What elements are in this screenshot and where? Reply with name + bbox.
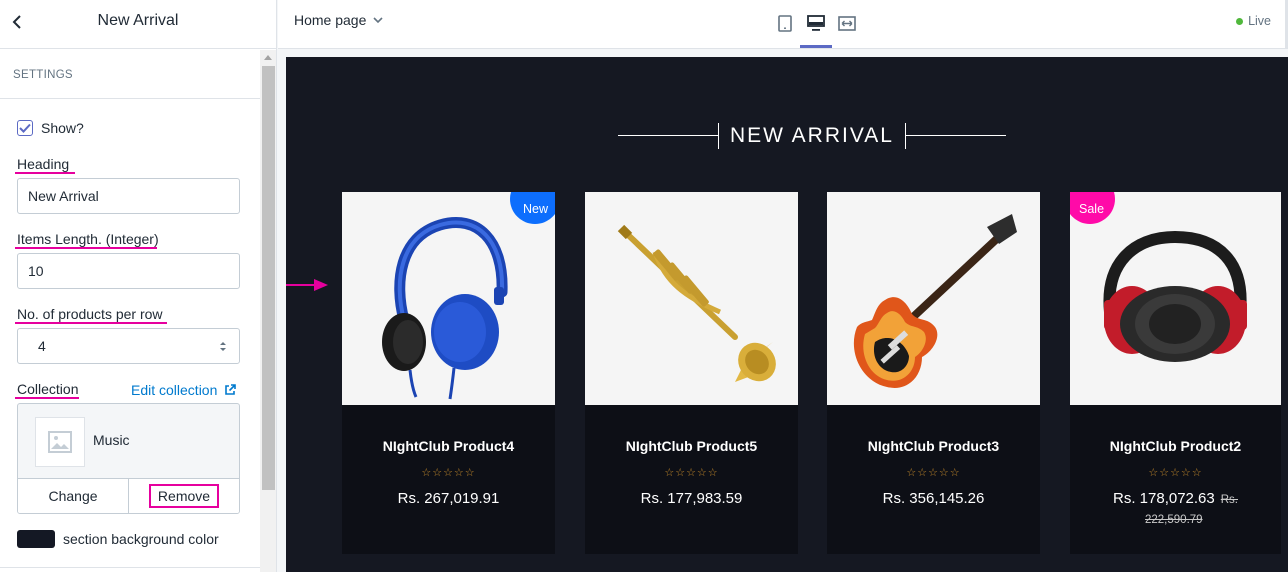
- product-name[interactable]: NIghtClub Product2: [1070, 438, 1281, 454]
- product-price: Rs. 177,983.59: [640, 490, 743, 507]
- product-card[interactable]: NIghtClub Product5 ☆☆☆☆☆ Rs. 177,983.59: [585, 192, 798, 554]
- page-selector[interactable]: Home page: [294, 12, 383, 28]
- headphones-icon: [382, 217, 508, 400]
- show-checkbox-row[interactable]: Show?: [17, 120, 84, 136]
- collection-label: Collection: [17, 381, 79, 397]
- change-collection-button[interactable]: Change: [18, 479, 128, 513]
- mobile-icon: [778, 14, 792, 32]
- items-length-label: Items Length. (Integer): [17, 231, 159, 247]
- heading-label: Heading: [17, 156, 70, 172]
- page-selector-label: Home page: [294, 12, 367, 28]
- rating-stars-icon: ☆☆☆☆☆: [421, 467, 476, 479]
- show-label: Show?: [41, 120, 84, 136]
- active-view-indicator: [800, 45, 832, 48]
- desktop-icon: [807, 14, 825, 31]
- edit-collection-link[interactable]: Edit collection: [131, 382, 237, 398]
- show-checkbox[interactable]: [17, 120, 33, 136]
- sale-price: Rs. 178,072.63: [1113, 490, 1215, 507]
- remove-collection-cell: Remove: [128, 479, 239, 513]
- product-price: Rs. 178,072.63 Rs.: [1070, 490, 1281, 507]
- bg-color-swatch[interactable]: [17, 530, 55, 548]
- bg-color-row: section background color: [17, 530, 219, 548]
- live-dot-icon: [1236, 17, 1244, 25]
- product-name[interactable]: NIghtClub Product3: [827, 438, 1040, 454]
- product-name[interactable]: NIghtClub Product5: [585, 438, 798, 454]
- per-row-label: No. of products per row: [17, 306, 163, 322]
- collection-actions: Change Remove: [18, 478, 239, 513]
- select-arrows-icon: [220, 342, 226, 351]
- old-price-prefix: Rs.: [1220, 494, 1238, 506]
- product-price: Rs. 356,145.26: [882, 490, 985, 507]
- product-image[interactable]: New: [342, 192, 555, 405]
- live-label: Live: [1248, 14, 1271, 28]
- preview-frame-gap: [278, 50, 1288, 57]
- heading-input[interactable]: New Arrival: [17, 178, 240, 214]
- collection-thumbnail: [35, 417, 85, 467]
- annotation-underline: [15, 322, 167, 324]
- per-row-select[interactable]: 4: [17, 328, 240, 364]
- product-image[interactable]: [827, 192, 1040, 405]
- section-title: New Arrival: [97, 12, 179, 29]
- chevron-down-icon: [373, 16, 383, 23]
- live-status: Live: [1236, 14, 1271, 28]
- product-card[interactable]: Sale NIghtClub Product2 ☆☆☆☆☆ Rs. 178,07…: [1070, 192, 1281, 554]
- divider: [0, 567, 260, 568]
- product-price: Rs. 267,019.91: [397, 490, 500, 507]
- fullscreen-view-button[interactable]: [832, 10, 862, 36]
- old-price: 222,590.79: [1145, 514, 1203, 526]
- preview-frame-gutter: [278, 50, 286, 572]
- rating-stars-icon: ☆☆☆☆☆: [664, 467, 719, 479]
- per-row-value: 4: [38, 338, 46, 354]
- mobile-view-button[interactable]: [770, 10, 800, 36]
- external-link-icon: [225, 384, 237, 395]
- product-image[interactable]: Sale: [1070, 192, 1281, 405]
- remove-collection-button[interactable]: Remove: [148, 484, 220, 508]
- annotation-underline: [15, 247, 157, 249]
- divider: [0, 98, 260, 99]
- collection-card: Music Change Remove: [17, 403, 240, 514]
- rating-stars-icon: ☆☆☆☆☆: [1148, 467, 1203, 479]
- scrollbar-thumb[interactable]: [262, 66, 275, 490]
- desktop-view-button[interactable]: [801, 10, 831, 36]
- annotation-underline: [15, 172, 75, 174]
- product-image[interactable]: [585, 192, 798, 405]
- rating-stars-icon: ☆☆☆☆☆: [906, 467, 961, 479]
- annotation-underline: [15, 397, 79, 399]
- section-heading-wrap: NEW ARRIVAL: [618, 123, 1006, 151]
- product-name[interactable]: NIghtClub Product4: [342, 438, 555, 454]
- headphones-icon: [1103, 230, 1247, 362]
- trumpet-icon: [617, 224, 776, 382]
- checkmark-icon: [19, 123, 31, 133]
- expand-horizontal-icon: [838, 15, 856, 31]
- sidebar-header: New Arrival: [0, 0, 276, 49]
- electric-guitar-icon: [853, 214, 1017, 388]
- settings-sidebar: New Arrival SETTINGS Show? Heading New A…: [0, 0, 277, 572]
- preview-toolbar: Home page Live: [278, 0, 1288, 49]
- items-length-input[interactable]: 10: [17, 253, 240, 289]
- settings-label: SETTINGS: [13, 69, 73, 81]
- bg-color-label: section background color: [63, 531, 219, 547]
- section-heading: NEW ARRIVAL: [730, 124, 894, 147]
- product-card[interactable]: New NIghtClub Product4 ☆☆☆☆☆ Rs. 267,019…: [342, 192, 555, 554]
- annotation-arrow-icon: [286, 279, 328, 291]
- scroll-up-arrow-icon[interactable]: [264, 55, 272, 60]
- collection-name: Music: [93, 432, 130, 448]
- product-card[interactable]: NIghtClub Product3 ☆☆☆☆☆ Rs. 356,145.26: [827, 192, 1040, 554]
- edit-collection-label: Edit collection: [131, 382, 218, 398]
- image-placeholder-icon: [48, 431, 72, 453]
